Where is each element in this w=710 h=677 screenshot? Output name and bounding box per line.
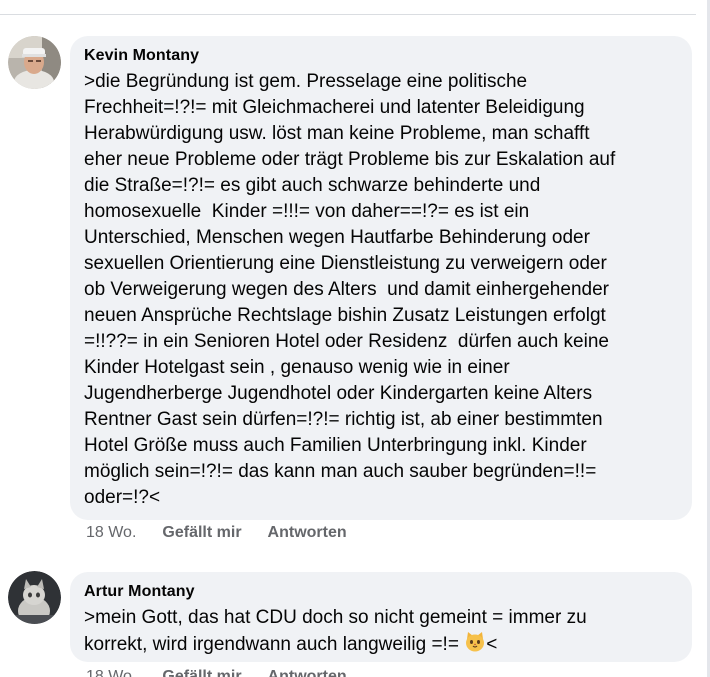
avatar-photo-icon	[8, 36, 61, 89]
like-button[interactable]: Gefällt mir	[162, 668, 241, 677]
avatar[interactable]	[8, 36, 61, 89]
comment-author[interactable]: Artur Montany	[84, 582, 678, 602]
comment-text-main: >mein Gott, das hat CDU doch so nicht ge…	[84, 607, 587, 655]
divider	[0, 14, 696, 15]
comment-actions: 18 Wo. Gefällt mir Antworten	[86, 668, 347, 677]
comment-text: >mein Gott, das hat CDU doch so nicht ge…	[84, 605, 678, 661]
comment-timestamp[interactable]: 18 Wo.	[86, 668, 136, 677]
reply-button[interactable]: Antworten	[268, 524, 347, 542]
comment-author[interactable]: Kevin Montany	[84, 46, 678, 66]
cat-face-icon	[464, 631, 486, 661]
comment-timestamp[interactable]: 18 Wo.	[86, 524, 136, 542]
avatar[interactable]	[8, 571, 61, 624]
avatar-photo-icon	[8, 571, 61, 624]
like-button[interactable]: Gefällt mir	[162, 524, 241, 542]
comment-bubble: Kevin Montany >die Begründung ist gem. P…	[70, 36, 692, 520]
comment-actions: 18 Wo. Gefällt mir Antworten	[86, 524, 347, 542]
comment-thread: Kevin Montany >die Begründung ist gem. P…	[0, 0, 710, 677]
reply-button[interactable]: Antworten	[268, 668, 347, 677]
comment-text: >die Begründung ist gem. Presselage eine…	[84, 71, 616, 508]
comment-text-end: <	[486, 634, 498, 655]
comment-bubble: Artur Montany >mein Gott, das hat CDU do…	[70, 572, 692, 662]
